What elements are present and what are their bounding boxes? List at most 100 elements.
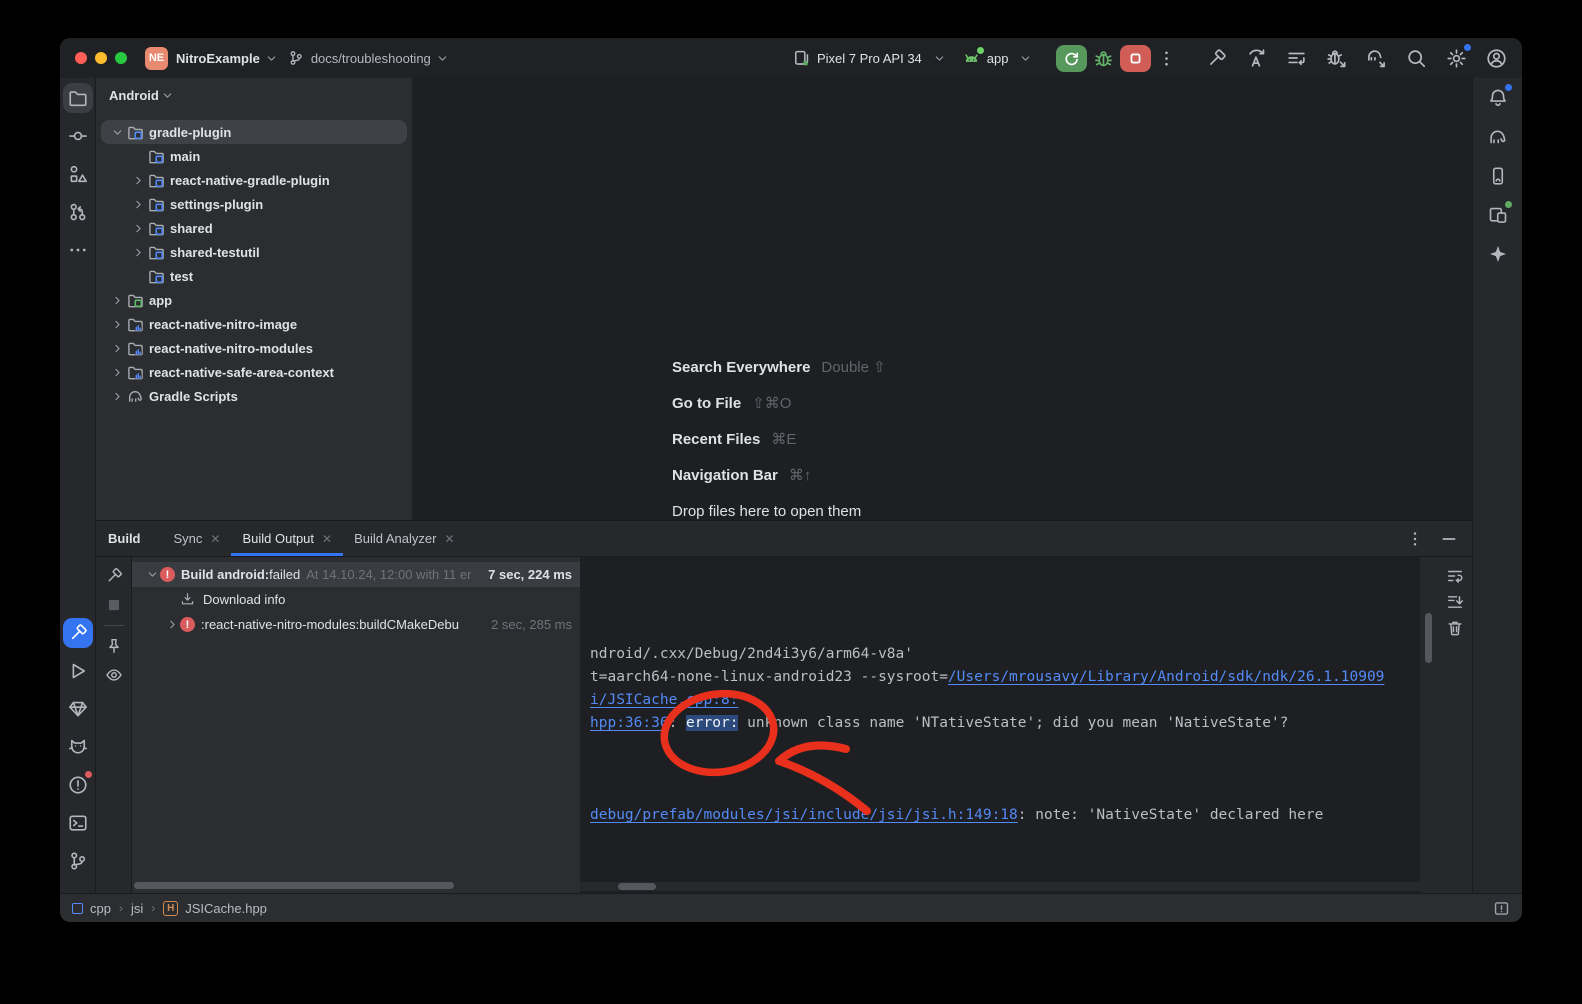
close-window-button[interactable] — [75, 52, 87, 64]
chevron-down-icon[interactable] — [144, 568, 160, 581]
build-tree-row[interactable]: Download info — [132, 587, 580, 612]
close-icon[interactable]: ✕ — [444, 532, 454, 546]
run-config-selector[interactable]: app — [987, 51, 1009, 66]
tree-item-test[interactable]: test — [101, 264, 407, 288]
device-selector[interactable]: Pixel 7 Pro API 34 — [817, 51, 922, 66]
commit-tool[interactable] — [63, 121, 93, 151]
build-icon[interactable] — [1201, 43, 1232, 74]
more-tool-windows[interactable] — [63, 235, 93, 265]
project-view-selector[interactable]: Android — [96, 78, 412, 112]
console-file-link[interactable]: /Users/mrousavy/Library/Android/sdk/ndk/… — [948, 669, 1385, 685]
chevron-right-icon[interactable] — [130, 172, 147, 188]
tree-item-react-native-safe-area-context[interactable]: react-native-safe-area-context — [101, 360, 407, 384]
chevron-right-icon[interactable] — [164, 618, 180, 631]
more-options-icon[interactable] — [1157, 49, 1176, 68]
chevron-right-icon[interactable] — [130, 244, 147, 260]
tree-item-app[interactable]: app — [101, 288, 407, 312]
problems-tool[interactable] — [63, 770, 93, 800]
close-icon[interactable]: ✕ — [210, 532, 220, 546]
rerun-build[interactable] — [105, 567, 123, 585]
module-blue-icon — [127, 124, 144, 141]
chevron-right-icon[interactable] — [130, 196, 147, 212]
search-icon[interactable] — [1401, 43, 1432, 74]
console-line: t=aarch64-none-linux-android23 --sysroot… — [590, 666, 1420, 689]
tree-item-react-native-nitro-image[interactable]: react-native-nitro-image — [101, 312, 407, 336]
rerun-button[interactable] — [1056, 45, 1087, 72]
build-tree: !Build android: failedAt 14.10.24, 12:00… — [132, 557, 580, 893]
stop-build[interactable] — [105, 596, 123, 614]
tree-item-gradle-scripts[interactable]: Gradle Scripts — [101, 384, 407, 408]
build-variants-icon[interactable] — [1281, 43, 1312, 74]
scroll-to-end[interactable] — [1446, 593, 1464, 611]
tree-item-react-native-nitro-modules[interactable]: react-native-nitro-modules — [101, 336, 407, 360]
tree-item-shared[interactable]: shared — [101, 216, 407, 240]
tree-item-gradle-plugin[interactable]: gradle-plugin — [101, 120, 407, 144]
settings-icon[interactable] — [1441, 43, 1472, 74]
chevron-down-icon — [1019, 52, 1032, 65]
tree-item-label: test — [170, 269, 193, 284]
app-quality-insights-tool[interactable] — [63, 694, 93, 724]
debug-button[interactable] — [1093, 48, 1114, 69]
stop-button[interactable] — [1120, 45, 1151, 72]
tab-build-analyzer[interactable]: Build Analyzer✕ — [343, 521, 465, 556]
badge-dot — [1505, 84, 1512, 91]
project-name[interactable]: NitroExample — [176, 51, 260, 66]
chevron-right-icon[interactable] — [109, 292, 126, 308]
build-output-console[interactable]: ndroid/.cxx/Debug/2nd4i3y6/arm64-v8a't=a… — [580, 557, 1420, 893]
zoom-window-button[interactable] — [115, 52, 127, 64]
build-tree-row[interactable]: !Build android: failedAt 14.10.24, 12:00… — [132, 562, 580, 587]
branch-name[interactable]: docs/troubleshooting — [311, 51, 431, 66]
module-icon — [72, 903, 83, 914]
chevron-right-icon[interactable] — [130, 220, 147, 236]
run-tool[interactable] — [63, 656, 93, 686]
view-options[interactable] — [105, 666, 123, 684]
tree-item-react-native-gradle-plugin[interactable]: react-native-gradle-plugin — [101, 168, 407, 192]
badge-dot — [85, 771, 92, 778]
chevron-right-icon[interactable] — [109, 388, 126, 404]
pull-requests-tool[interactable] — [63, 197, 93, 227]
gemini-tool[interactable] — [1483, 239, 1513, 269]
terminal-tool[interactable] — [63, 808, 93, 838]
minimize-window-button[interactable] — [95, 52, 107, 64]
horizontal-scrollbar[interactable] — [134, 882, 454, 889]
tab-build-output[interactable]: Build Output✕ — [231, 521, 343, 556]
attach-debugger-icon[interactable] — [1321, 43, 1352, 74]
chevron-down-icon[interactable] — [109, 124, 126, 140]
chevron-right-icon[interactable] — [109, 340, 126, 356]
close-icon[interactable]: ✕ — [322, 532, 332, 546]
event-log-icon[interactable] — [1493, 900, 1510, 917]
chevron-right-icon[interactable] — [109, 316, 126, 332]
build-tree-row[interactable]: !:react-native-nitro-modules:buildCMakeD… — [132, 612, 580, 637]
hide-panel[interactable] — [1440, 530, 1458, 548]
soft-wrap-toggle[interactable] — [1446, 567, 1464, 585]
breadcrumb-jsicache-hpp[interactable]: HJSICache.hpp — [163, 901, 267, 916]
tree-item-main[interactable]: main — [101, 144, 407, 168]
profile-icon[interactable] — [1481, 43, 1512, 74]
vertical-scrollbar[interactable] — [1425, 613, 1432, 663]
chevron-right-icon[interactable] — [109, 364, 126, 380]
tree-item-settings-plugin[interactable]: settings-plugin — [101, 192, 407, 216]
notifications-tool[interactable] — [1483, 83, 1513, 113]
project-tool[interactable] — [63, 83, 93, 113]
structure-tool[interactable] — [63, 159, 93, 189]
breadcrumb-cpp[interactable]: cpp — [72, 901, 111, 916]
gradle-sync-icon[interactable] — [1361, 43, 1392, 74]
options-menu[interactable] — [1406, 530, 1424, 548]
build-tool[interactable] — [63, 618, 93, 648]
titlebar: NE NitroExample docs/troubleshooting Pix… — [60, 38, 1522, 78]
breadcrumb-jsi[interactable]: jsi — [131, 901, 143, 916]
gradle-tool[interactable] — [1483, 122, 1513, 152]
console-file-link[interactable]: hpp:36:36 — [590, 715, 669, 731]
horizontal-scrollbar[interactable] — [618, 883, 656, 890]
logcat-tool[interactable] — [63, 732, 93, 762]
tab-sync[interactable]: Sync✕ — [163, 521, 232, 556]
pin-tab[interactable] — [105, 637, 123, 655]
version-control-tool[interactable] — [63, 846, 93, 876]
console-file-link[interactable]: debug/prefab/modules/jsi/include/jsi/jsi… — [590, 807, 1018, 823]
apply-changes-icon[interactable] — [1241, 43, 1272, 74]
clear-all[interactable] — [1446, 619, 1464, 637]
running-devices-tool[interactable] — [1483, 161, 1513, 191]
tree-item-shared-testutil[interactable]: shared-testutil — [101, 240, 407, 264]
device-manager-tool[interactable] — [1483, 200, 1513, 230]
console-file-link[interactable]: i/JSICache.cpp:8: — [590, 692, 738, 708]
